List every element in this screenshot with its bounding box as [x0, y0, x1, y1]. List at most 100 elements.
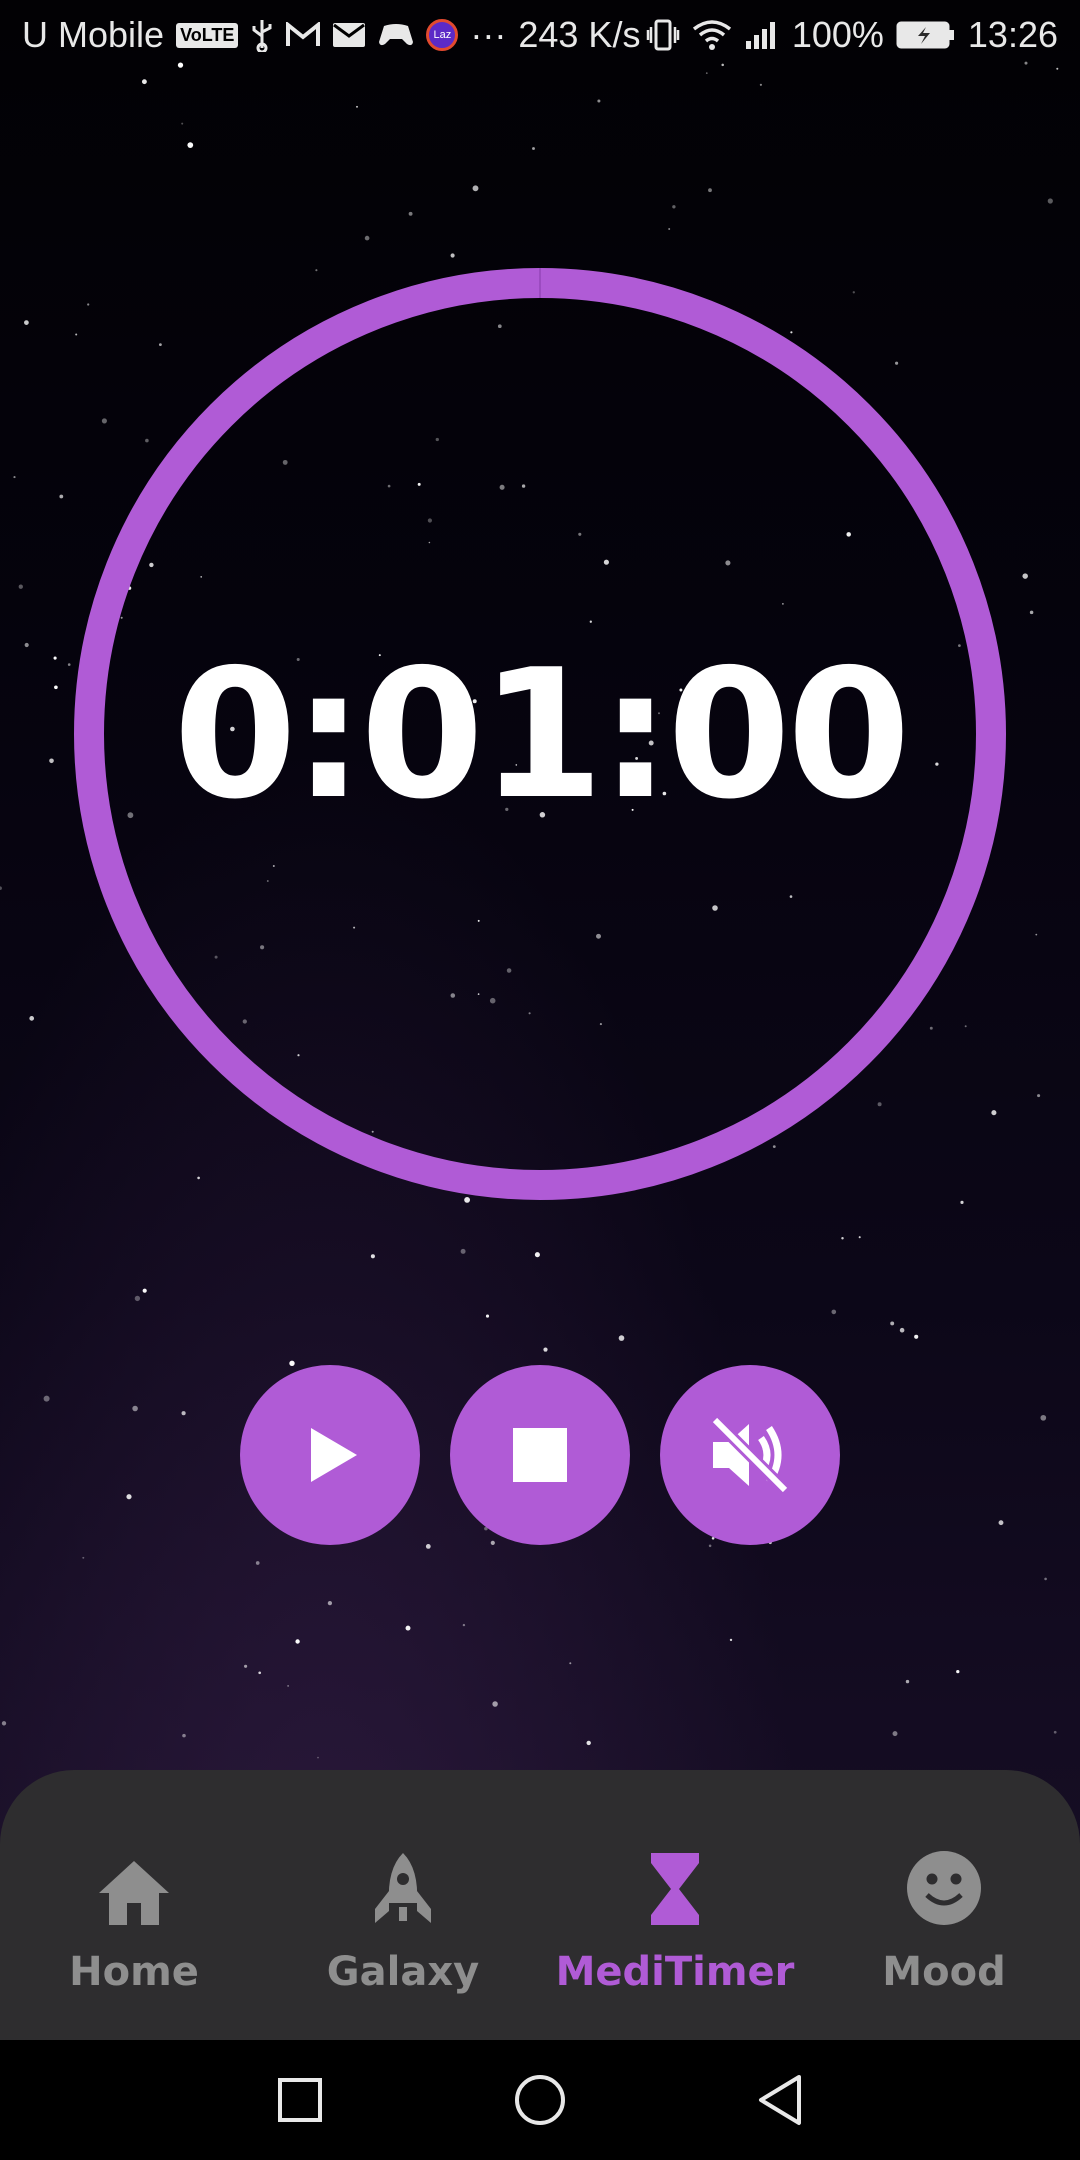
star [831, 1309, 837, 1315]
smiley-icon [905, 1845, 983, 1927]
star [472, 185, 479, 192]
star [485, 1314, 490, 1318]
star [29, 1016, 35, 1021]
star [132, 1405, 138, 1412]
star [450, 253, 455, 258]
star [59, 494, 64, 499]
back-button[interactable] [750, 2070, 810, 2130]
star [181, 122, 184, 125]
star [759, 83, 762, 86]
signal-icon [744, 19, 780, 51]
carrier-name: U Mobile [22, 14, 165, 55]
star [295, 1639, 300, 1644]
nav-item-mood[interactable]: Mood [829, 1845, 1059, 1995]
star [1029, 610, 1034, 615]
star [586, 1740, 591, 1746]
star [708, 188, 712, 193]
nav-label-mood: Mood [882, 1949, 1006, 1995]
star [24, 642, 29, 648]
hourglass-icon [649, 1845, 701, 1927]
system-nav-bar [0, 2040, 1080, 2160]
more-notifications-icon: ··· [470, 14, 507, 55]
rocket-icon [371, 1845, 435, 1927]
star [1047, 198, 1053, 204]
star [67, 663, 71, 666]
star [543, 1347, 548, 1352]
home-system-button[interactable] [510, 2070, 570, 2130]
star [255, 1561, 260, 1565]
star [618, 1335, 625, 1341]
star [1053, 1730, 1057, 1734]
star [668, 228, 671, 230]
star [462, 1623, 466, 1627]
star [364, 235, 370, 241]
star [408, 211, 413, 216]
mail-icon [332, 22, 366, 48]
star [956, 1669, 960, 1674]
nav-item-home[interactable]: Home [19, 1845, 249, 1995]
wifi-icon [692, 19, 732, 51]
star [569, 1662, 572, 1665]
battery-percent: 100% [791, 14, 884, 55]
home-circle-icon [515, 2075, 565, 2125]
star [492, 1701, 498, 1707]
recents-button[interactable] [270, 2070, 330, 2130]
nav-label-galaxy: Galaxy [326, 1949, 480, 1995]
star [1040, 1414, 1047, 1421]
volume-off-icon [710, 1415, 790, 1495]
status-bar: U Mobile VoLTE Laz ··· 243 K/s 100% 13:2… [0, 0, 1080, 76]
battery-charging-icon [896, 20, 956, 50]
timer-display: 0:01:00 [173, 630, 911, 838]
star [53, 656, 57, 660]
nav-label-home: Home [69, 1949, 199, 1995]
vibrate-icon [646, 17, 680, 53]
star [1, 1721, 7, 1726]
star [287, 1685, 289, 1687]
recents-icon [278, 2078, 322, 2122]
bottom-nav: Home Galaxy MediTimer Mood [0, 1770, 1080, 2040]
star [534, 1252, 540, 1258]
star [460, 1248, 466, 1254]
timer-ring: 0:01:00 [74, 268, 1006, 1200]
nav-item-galaxy[interactable]: Galaxy [288, 1845, 518, 1995]
mute-button[interactable] [660, 1365, 840, 1545]
star [134, 1295, 141, 1302]
star [905, 1679, 910, 1684]
volte-icon: VoLTE [176, 22, 239, 48]
star [1044, 1577, 1047, 1581]
lazada-icon: Laz [426, 19, 459, 51]
star [960, 1200, 964, 1204]
gmail-icon [286, 22, 321, 48]
play-icon [311, 1428, 357, 1482]
stop-icon [513, 1428, 567, 1482]
star [1037, 1094, 1041, 1098]
star [729, 1638, 733, 1642]
nav-item-meditimer[interactable]: MediTimer [556, 1845, 794, 1995]
play-button[interactable] [240, 1365, 420, 1545]
star [141, 79, 147, 85]
star [899, 1327, 905, 1333]
star [258, 1671, 262, 1675]
star [405, 1625, 411, 1631]
star [532, 147, 535, 150]
star [142, 1288, 147, 1293]
timer-controls [240, 1365, 840, 1545]
star [998, 1520, 1004, 1526]
star [858, 1236, 861, 1239]
star [672, 205, 676, 209]
star [82, 1556, 85, 1559]
star [181, 1411, 186, 1416]
star [244, 1664, 248, 1668]
star [892, 1731, 898, 1737]
clock: 13:26 [967, 14, 1058, 55]
star [1022, 573, 1028, 579]
star [187, 142, 194, 148]
star [49, 758, 54, 764]
star [18, 584, 23, 589]
screen: U Mobile VoLTE Laz ··· 243 K/s 100% 13:2… [0, 0, 1080, 2160]
star [24, 320, 29, 325]
stop-button[interactable] [450, 1365, 630, 1545]
back-icon [759, 2075, 801, 2125]
star [1035, 933, 1038, 936]
star [356, 105, 358, 108]
